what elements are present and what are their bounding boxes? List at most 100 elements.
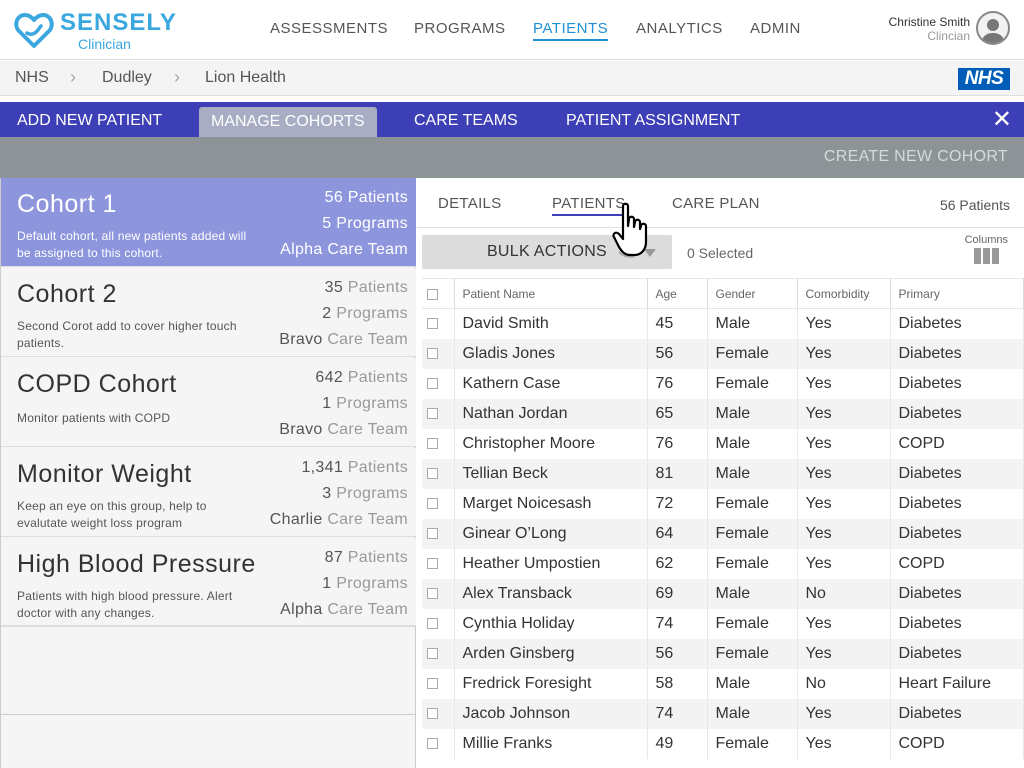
table-row[interactable]: Alex Transback 69 Male No Diabetes	[422, 578, 1024, 609]
checkbox[interactable]	[427, 677, 438, 689]
column-header-gender[interactable]: Gender	[707, 278, 798, 309]
table-row[interactable]: Marget Noicesash 72 Female Yes Diabetes	[422, 488, 1024, 519]
cohort-patients: 87 Patients	[325, 549, 408, 567]
table-row[interactable]: Christopher Moore 76 Male Yes COPD	[422, 428, 1024, 459]
checkbox[interactable]	[427, 437, 438, 449]
cell-primary: Diabetes	[890, 518, 1024, 549]
checkbox[interactable]	[427, 377, 438, 389]
user-info[interactable]: Christine Smith Clincian	[889, 15, 970, 43]
table-row[interactable]: Arden Ginsberg 56 Female Yes Diabetes	[422, 638, 1024, 669]
row-checkbox-cell[interactable]	[422, 638, 455, 669]
row-checkbox-cell[interactable]	[422, 428, 455, 459]
cell-primary: Diabetes	[890, 698, 1024, 729]
nav-assessments[interactable]: ASSESSMENTS	[270, 20, 388, 37]
cohort-patients: 1,341 Patients	[301, 459, 408, 477]
tab-care-teams[interactable]: CARE TEAMS	[414, 112, 518, 130]
cohort-list: Cohort 1 Default cohort, all new patient…	[0, 178, 416, 768]
cohort-team-word: Care Team	[327, 331, 408, 348]
nav-analytics[interactable]: ANALYTICS	[636, 20, 723, 37]
table-row[interactable]: Ginear O’Long 64 Female Yes Diabetes	[422, 518, 1024, 549]
nav-admin[interactable]: ADMIN	[750, 20, 801, 37]
row-checkbox-cell[interactable]	[422, 518, 455, 549]
tab-details[interactable]: DETAILS	[438, 195, 502, 212]
breadcrumb-nhs[interactable]: NHS	[15, 69, 49, 87]
tab-add-new-patient[interactable]: ADD NEW PATIENT	[17, 112, 162, 130]
row-checkbox-cell[interactable]	[422, 608, 455, 639]
row-checkbox-cell[interactable]	[422, 488, 455, 519]
table-row[interactable]: Nathan Jordan 65 Male Yes Diabetes	[422, 398, 1024, 429]
cohort-team-word: Care Team	[327, 511, 408, 528]
tab-patient-assignment[interactable]: PATIENT ASSIGNMENT	[566, 112, 740, 130]
cell-primary: COPD	[890, 548, 1024, 579]
table-row[interactable]: Millie Franks 49 Female Yes COPD	[422, 728, 1024, 759]
table-row[interactable]: Gladis Jones 56 Female Yes Diabetes	[422, 338, 1024, 369]
cohort-item-1[interactable]: Cohort 1 Default cohort, all new patient…	[1, 178, 416, 267]
sensely-logo-icon[interactable]	[14, 10, 54, 50]
columns-icon	[965, 248, 1008, 264]
select-all-checkbox[interactable]	[422, 278, 455, 309]
row-checkbox-cell[interactable]	[422, 668, 455, 699]
row-checkbox-cell[interactable]	[422, 308, 455, 339]
patients-table: Patient Name Age Gender Comorbidity Prim…	[422, 278, 1024, 759]
checkbox[interactable]	[427, 737, 438, 749]
nav-programs[interactable]: PROGRAMS	[414, 20, 506, 37]
breadcrumb-lion-health[interactable]: Lion Health	[205, 69, 286, 87]
checkbox[interactable]	[427, 527, 438, 539]
avatar[interactable]	[976, 11, 1010, 45]
cohort-team-word: Care Team	[327, 241, 408, 258]
table-row[interactable]: Cynthia Holiday 74 Female Yes Diabetes	[422, 608, 1024, 639]
checkbox[interactable]	[427, 647, 438, 659]
row-checkbox-cell[interactable]	[422, 398, 455, 429]
tab-care-plan[interactable]: CARE PLAN	[672, 195, 760, 212]
cohort-programs: 1 Programs	[322, 575, 408, 593]
cohort-patients-count: 1,341	[301, 459, 344, 476]
cohort-team-word: Care Team	[327, 421, 408, 438]
row-checkbox-cell[interactable]	[422, 368, 455, 399]
table-row[interactable]: Heather Umpostien 62 Female Yes COPD	[422, 548, 1024, 579]
cell-primary: COPD	[890, 428, 1024, 459]
table-row[interactable]: David Smith 45 Male Yes Diabetes	[422, 308, 1024, 339]
checkbox[interactable]	[427, 467, 438, 479]
table-row[interactable]: Kathern Case 76 Female Yes Diabetes	[422, 368, 1024, 399]
checkbox[interactable]	[427, 557, 438, 569]
row-checkbox-cell[interactable]	[422, 728, 455, 759]
cohort-item-3[interactable]: COPD Cohort Monitor patients with COPD 6…	[1, 358, 416, 447]
table-row[interactable]: Tellian Beck 81 Male Yes Diabetes	[422, 458, 1024, 489]
cell-age: 69	[647, 578, 708, 609]
column-header-comorbidity[interactable]: Comorbidity	[797, 278, 891, 309]
row-checkbox-cell[interactable]	[422, 578, 455, 609]
create-new-cohort-button[interactable]: CREATE NEW COHORT	[824, 148, 1008, 166]
column-header-primary[interactable]: Primary	[890, 278, 1024, 309]
cohort-item-5[interactable]: High Blood Pressure Patients with high b…	[1, 538, 416, 627]
cell-age: 74	[647, 608, 708, 639]
checkbox[interactable]	[427, 617, 438, 629]
column-header-age[interactable]: Age	[647, 278, 708, 309]
checkbox[interactable]	[427, 497, 438, 509]
column-header-name[interactable]: Patient Name	[454, 278, 648, 309]
checkbox[interactable]	[427, 347, 438, 359]
row-checkbox-cell[interactable]	[422, 458, 455, 489]
checkbox[interactable]	[427, 407, 438, 419]
cohort-item-4[interactable]: Monitor Weight Keep an eye on this group…	[1, 448, 416, 537]
cohort-programs-word: Programs	[336, 305, 408, 322]
row-checkbox-cell[interactable]	[422, 548, 455, 579]
row-checkbox-cell[interactable]	[422, 338, 455, 369]
row-checkbox-cell[interactable]	[422, 698, 455, 729]
checkbox[interactable]	[427, 587, 438, 599]
cohort-description: Default cohort, all new patients added w…	[17, 229, 247, 260]
chevron-right-icon: ›	[174, 67, 180, 87]
cell-gender: Male	[707, 428, 798, 459]
cell-primary: Diabetes	[890, 398, 1024, 429]
cohort-item-2[interactable]: Cohort 2 Second Corot add to cover highe…	[1, 268, 416, 357]
breadcrumb-dudley[interactable]: Dudley	[102, 69, 152, 87]
table-row[interactable]: Fredrick Foresight 58 Male No Heart Failure	[422, 668, 1024, 699]
tab-manage-cohorts[interactable]: MANAGE COHORTS	[199, 107, 377, 137]
checkbox[interactable]	[427, 318, 438, 330]
checkbox[interactable]	[427, 707, 438, 719]
nav-patients[interactable]: PATIENTS	[533, 20, 609, 41]
cell-age: 49	[647, 728, 708, 759]
columns-button[interactable]: Columns	[965, 234, 1008, 264]
table-row[interactable]: Jacob Johnson 74 Male Yes Diabetes	[422, 698, 1024, 729]
checkbox[interactable]	[427, 288, 438, 300]
close-icon[interactable]: ✕	[992, 108, 1012, 132]
